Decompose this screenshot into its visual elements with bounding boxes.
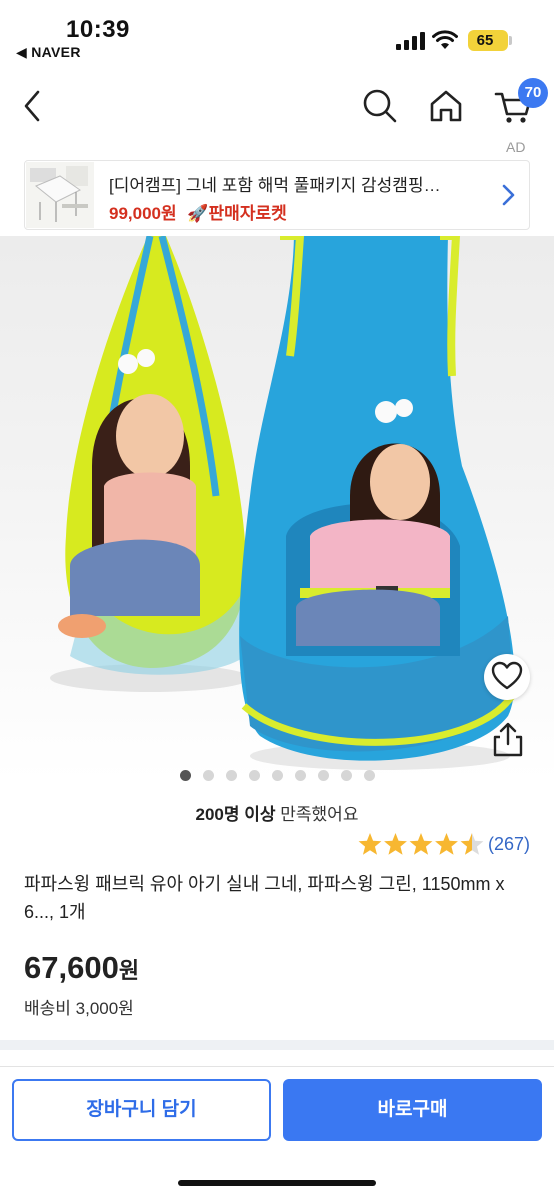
section-divider <box>0 1040 554 1050</box>
satisfaction-label: 만족했어요 <box>275 805 359 824</box>
heart-icon <box>491 661 523 690</box>
star-icon <box>409 833 433 855</box>
cart-count-badge: 70 <box>518 78 548 108</box>
rating-stars <box>358 833 484 855</box>
shipping-fee: 배송비 3,000원 <box>24 999 134 1018</box>
ad-banner[interactable]: [디어캠프] 그네 포함 해먹 풀패키지 감성캠핑… 99,000원 🚀판매자로… <box>24 160 530 230</box>
ad-thumbnail <box>26 162 94 228</box>
gallery-dot[interactable] <box>364 770 375 781</box>
ad-price-row: 99,000원 🚀판매자로켓 <box>109 199 287 224</box>
buy-now-button[interactable]: 바로구매 <box>283 1079 542 1141</box>
ad-label: AD <box>506 139 526 155</box>
gallery-dot[interactable] <box>180 770 191 781</box>
back-arrow-icon[interactable] <box>18 86 48 126</box>
gallery-dot[interactable] <box>272 770 283 781</box>
cellular-signal-icon <box>396 32 425 50</box>
status-bar: 10:39 ◀ NAVER 65 <box>0 0 554 70</box>
gallery-dot[interactable] <box>249 770 260 781</box>
status-time: 10:39 <box>66 16 130 43</box>
gallery-pagination <box>180 770 380 782</box>
ad-rocket-label: 🚀판매자로켓 <box>187 204 287 223</box>
gallery-dot[interactable] <box>226 770 237 781</box>
product-title: 파파스윙 패브릭 유아 아기 실내 그네, 파파스윙 그린, 1150mm x … <box>24 874 505 922</box>
home-indicator <box>178 1180 376 1186</box>
star-icon <box>435 833 458 855</box>
price-value: 67,600 <box>24 950 119 985</box>
share-icon[interactable] <box>488 720 528 760</box>
product-image[interactable] <box>0 236 554 780</box>
top-navigation <box>0 76 554 136</box>
add-to-cart-button[interactable]: 장바구니 담기 <box>12 1079 271 1141</box>
product-price: 67,600원 <box>24 950 139 986</box>
gallery-dot[interactable] <box>318 770 329 781</box>
star-icon <box>460 833 484 855</box>
price-unit: 원 <box>118 958 140 983</box>
satisfaction-text: 200명 이상 만족했어요 <box>0 800 554 825</box>
wishlist-button[interactable] <box>484 654 530 700</box>
battery-indicator: 65 <box>468 30 508 51</box>
satisfaction-count: 200명 이상 <box>195 805 276 824</box>
ad-price: 99,000원 <box>109 204 177 223</box>
review-count-link[interactable]: (267) <box>488 834 530 855</box>
gallery-dot[interactable] <box>203 770 214 781</box>
chevron-right-icon <box>502 184 515 206</box>
star-icon <box>358 833 382 855</box>
battery-cap <box>509 36 512 45</box>
search-icon[interactable] <box>360 86 400 126</box>
battery-level: 65 <box>476 32 494 49</box>
wifi-icon <box>432 30 458 49</box>
back-to-app-link[interactable]: ◀ NAVER <box>16 44 81 61</box>
gallery-dot[interactable] <box>341 770 352 781</box>
ad-title: [디어캠프] 그네 포함 해먹 풀패키지 감성캠핑… <box>109 176 441 195</box>
gallery-dot[interactable] <box>295 770 306 781</box>
star-icon <box>384 833 407 855</box>
home-icon[interactable] <box>426 86 466 126</box>
